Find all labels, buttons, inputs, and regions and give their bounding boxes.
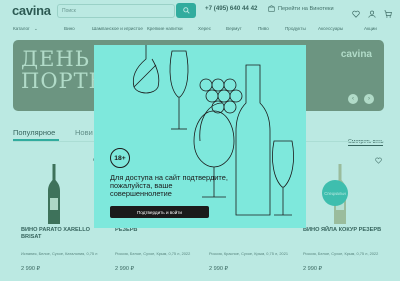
- age-verification-modal: 18+ Для доступа на сайт подтвердите, пож…: [94, 45, 306, 228]
- age-18-badge: 18+: [110, 148, 130, 168]
- age-verification-text: Для доступа на сайт подтвердите, пожалуй…: [110, 173, 228, 199]
- wine-glasses-illustration: [132, 45, 294, 216]
- confirm-age-button[interactable]: Подтвердить и войти: [110, 206, 209, 218]
